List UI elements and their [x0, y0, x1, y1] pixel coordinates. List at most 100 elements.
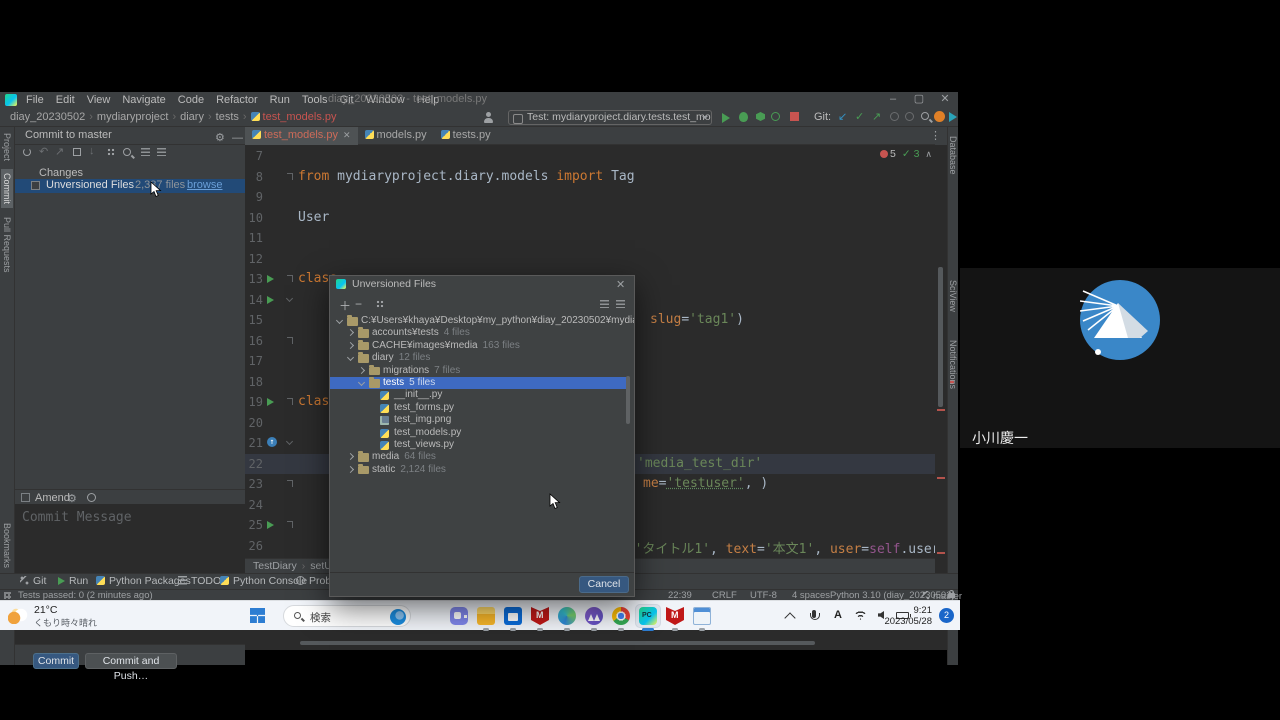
fold-marker-icon[interactable]	[287, 275, 293, 282]
git-push-icon[interactable]: ↗	[872, 110, 881, 123]
git-commit-check-icon[interactable]: ✓	[855, 110, 864, 123]
menu-item-code[interactable]: Code	[172, 92, 210, 109]
chevron-collapsed-icon[interactable]	[347, 342, 354, 349]
debug-button[interactable]	[739, 112, 748, 122]
amend-checkbox[interactable]	[21, 493, 30, 502]
maximize-button[interactable]: ▢	[912, 93, 926, 107]
git-update-icon[interactable]: ↙	[838, 110, 847, 123]
fold-marker-icon[interactable]	[287, 480, 293, 487]
expand-all-icon[interactable]	[600, 300, 609, 308]
dialog-scrollbar[interactable]	[626, 376, 630, 424]
breadcrumb-item[interactable]: diay_20230502	[10, 111, 85, 123]
collapse-all-icon[interactable]	[616, 300, 625, 308]
toolwindow-button-run[interactable]: Run	[58, 574, 88, 590]
taskbar-icon-task-view[interactable]	[420, 605, 444, 627]
taskbar-icon-chat[interactable]	[447, 605, 471, 627]
dialog-title-bar[interactable]: Unversioned Files	[330, 276, 634, 293]
menu-item-refactor[interactable]: Refactor	[210, 92, 264, 109]
menu-item-run[interactable]: Run	[264, 92, 296, 109]
history-icon[interactable]	[87, 493, 96, 502]
microphone-icon[interactable]	[812, 610, 816, 618]
toolwindow-button-git[interactable]: Git	[20, 574, 46, 590]
cancel-button[interactable]: Cancel	[579, 576, 629, 593]
menu-item-navigate[interactable]: Navigate	[116, 92, 171, 109]
shelve-icon[interactable]	[73, 148, 81, 156]
run-button[interactable]	[722, 113, 730, 123]
menu-item-file[interactable]: File	[20, 92, 50, 109]
browse-link[interactable]: browse	[187, 179, 222, 192]
tree-row-static[interactable]: static2,124 files	[330, 464, 628, 476]
code-line-11[interactable]: 11	[245, 228, 935, 249]
volume-icon[interactable]	[878, 611, 884, 619]
run-configuration-select[interactable]: Test: mydiaryproject.diary.tests.test_mo…	[508, 110, 712, 125]
run-test-icon[interactable]	[267, 521, 274, 529]
fold-marker-icon[interactable]	[287, 337, 293, 344]
menu-item-edit[interactable]: Edit	[50, 92, 81, 109]
code-with-me-icon[interactable]	[949, 112, 957, 122]
chevron-expanded-icon[interactable]	[358, 379, 365, 386]
taskbar-icon-edge[interactable]	[555, 605, 579, 627]
user-icon[interactable]	[483, 112, 494, 123]
sidebar-item-project[interactable]: Project	[1, 129, 13, 165]
prev-chevron-icon[interactable]: ∧	[925, 149, 932, 159]
tree-row-test_img.png[interactable]: test_img.png	[330, 414, 628, 426]
taskbar-icon-chrome[interactable]	[609, 605, 633, 627]
sidebar-item-database[interactable]: Database	[948, 133, 958, 178]
sidebar-item-sciview[interactable]: SciView	[948, 277, 958, 315]
tree-row-tests[interactable]: accounts¥tests4 files	[330, 327, 628, 339]
wifi-icon[interactable]	[854, 610, 867, 620]
override-gutter-icon[interactable]: ↑	[267, 437, 277, 447]
chevron-collapsed-icon[interactable]	[347, 466, 354, 473]
collapse-all-icon[interactable]	[157, 148, 166, 156]
coverage-button[interactable]	[756, 112, 765, 121]
changes-group-label[interactable]: Changes	[39, 167, 83, 179]
tree-row-media[interactable]: media64 files	[330, 451, 628, 463]
history-icon[interactable]	[905, 112, 914, 121]
filter-icon[interactable]	[123, 148, 131, 156]
checkbox[interactable]	[31, 181, 40, 190]
download-icon[interactable]: ↓	[89, 145, 95, 157]
tab-models-py[interactable]: models.py	[358, 127, 434, 145]
start-button[interactable]	[250, 608, 265, 623]
tool-window-switcher-icon[interactable]	[4, 592, 11, 599]
tree-row-migrations[interactable]: migrations7 files	[330, 365, 628, 377]
fold-marker-icon[interactable]	[287, 398, 293, 405]
taskbar-icon-pycharm[interactable]	[636, 605, 660, 627]
tree-row-test_models.py[interactable]: test_models.py	[330, 427, 628, 439]
commit-button[interactable]: Commit	[33, 653, 79, 669]
rollback-icon[interactable]	[890, 112, 899, 121]
tree-row-diary[interactable]: diary12 files	[330, 352, 628, 364]
fold-marker-icon[interactable]	[286, 438, 293, 445]
tab-tests-py[interactable]: tests.py	[434, 127, 498, 145]
editor-breadcrumb-item[interactable]: TestDiary	[253, 560, 297, 572]
add-icon[interactable]: ＋	[339, 297, 351, 314]
unversioned-files-row[interactable]: Unversioned Files 2,387 files browse	[15, 179, 245, 193]
horizontal-scrollbar[interactable]	[300, 641, 815, 645]
chevron-collapsed-icon[interactable]	[347, 329, 354, 336]
toolwindow-button-todo[interactable]: TODO	[178, 574, 221, 590]
commit-and-push-button[interactable]: Commit and Push…	[85, 653, 177, 669]
code-line-9[interactable]: 9	[245, 187, 935, 208]
sidebar-item-pull-requests[interactable]: Pull Requests	[1, 213, 13, 277]
clock[interactable]: 9:21 2023/05/28	[884, 605, 932, 627]
code-line-8[interactable]: 8from mydiaryproject.diary.models import…	[245, 167, 935, 188]
group-by-icon[interactable]	[376, 300, 384, 308]
tree-row-media[interactable]: CACHE¥images¥media163 files	[330, 340, 628, 352]
profiler-button[interactable]	[771, 112, 780, 121]
close-button[interactable]: ✕	[938, 93, 952, 107]
scrollbar-thumb[interactable]	[938, 267, 943, 407]
close-tab-icon[interactable]: ✕	[343, 130, 351, 140]
taskbar-icon-mcafee2[interactable]	[663, 605, 687, 627]
run-test-icon[interactable]	[267, 275, 274, 283]
tree-row-test_views.py[interactable]: test_views.py	[330, 439, 628, 451]
toolwindow-button-python-console[interactable]: Python Console	[220, 574, 307, 590]
tree-row-__init__.py[interactable]: __init__.py	[330, 389, 628, 401]
tab-options-icon[interactable]: ⋮	[930, 129, 941, 142]
fold-marker-icon[interactable]	[287, 173, 293, 180]
search-everywhere-icon[interactable]	[921, 112, 929, 120]
refresh-icon[interactable]	[23, 148, 31, 156]
taskbar-icon-explorer[interactable]	[474, 605, 498, 627]
taskbar-icon-store[interactable]	[501, 605, 525, 627]
tab-test_models-py[interactable]: test_models.py✕	[245, 127, 358, 145]
taskbar-icon-notes[interactable]	[690, 605, 714, 627]
